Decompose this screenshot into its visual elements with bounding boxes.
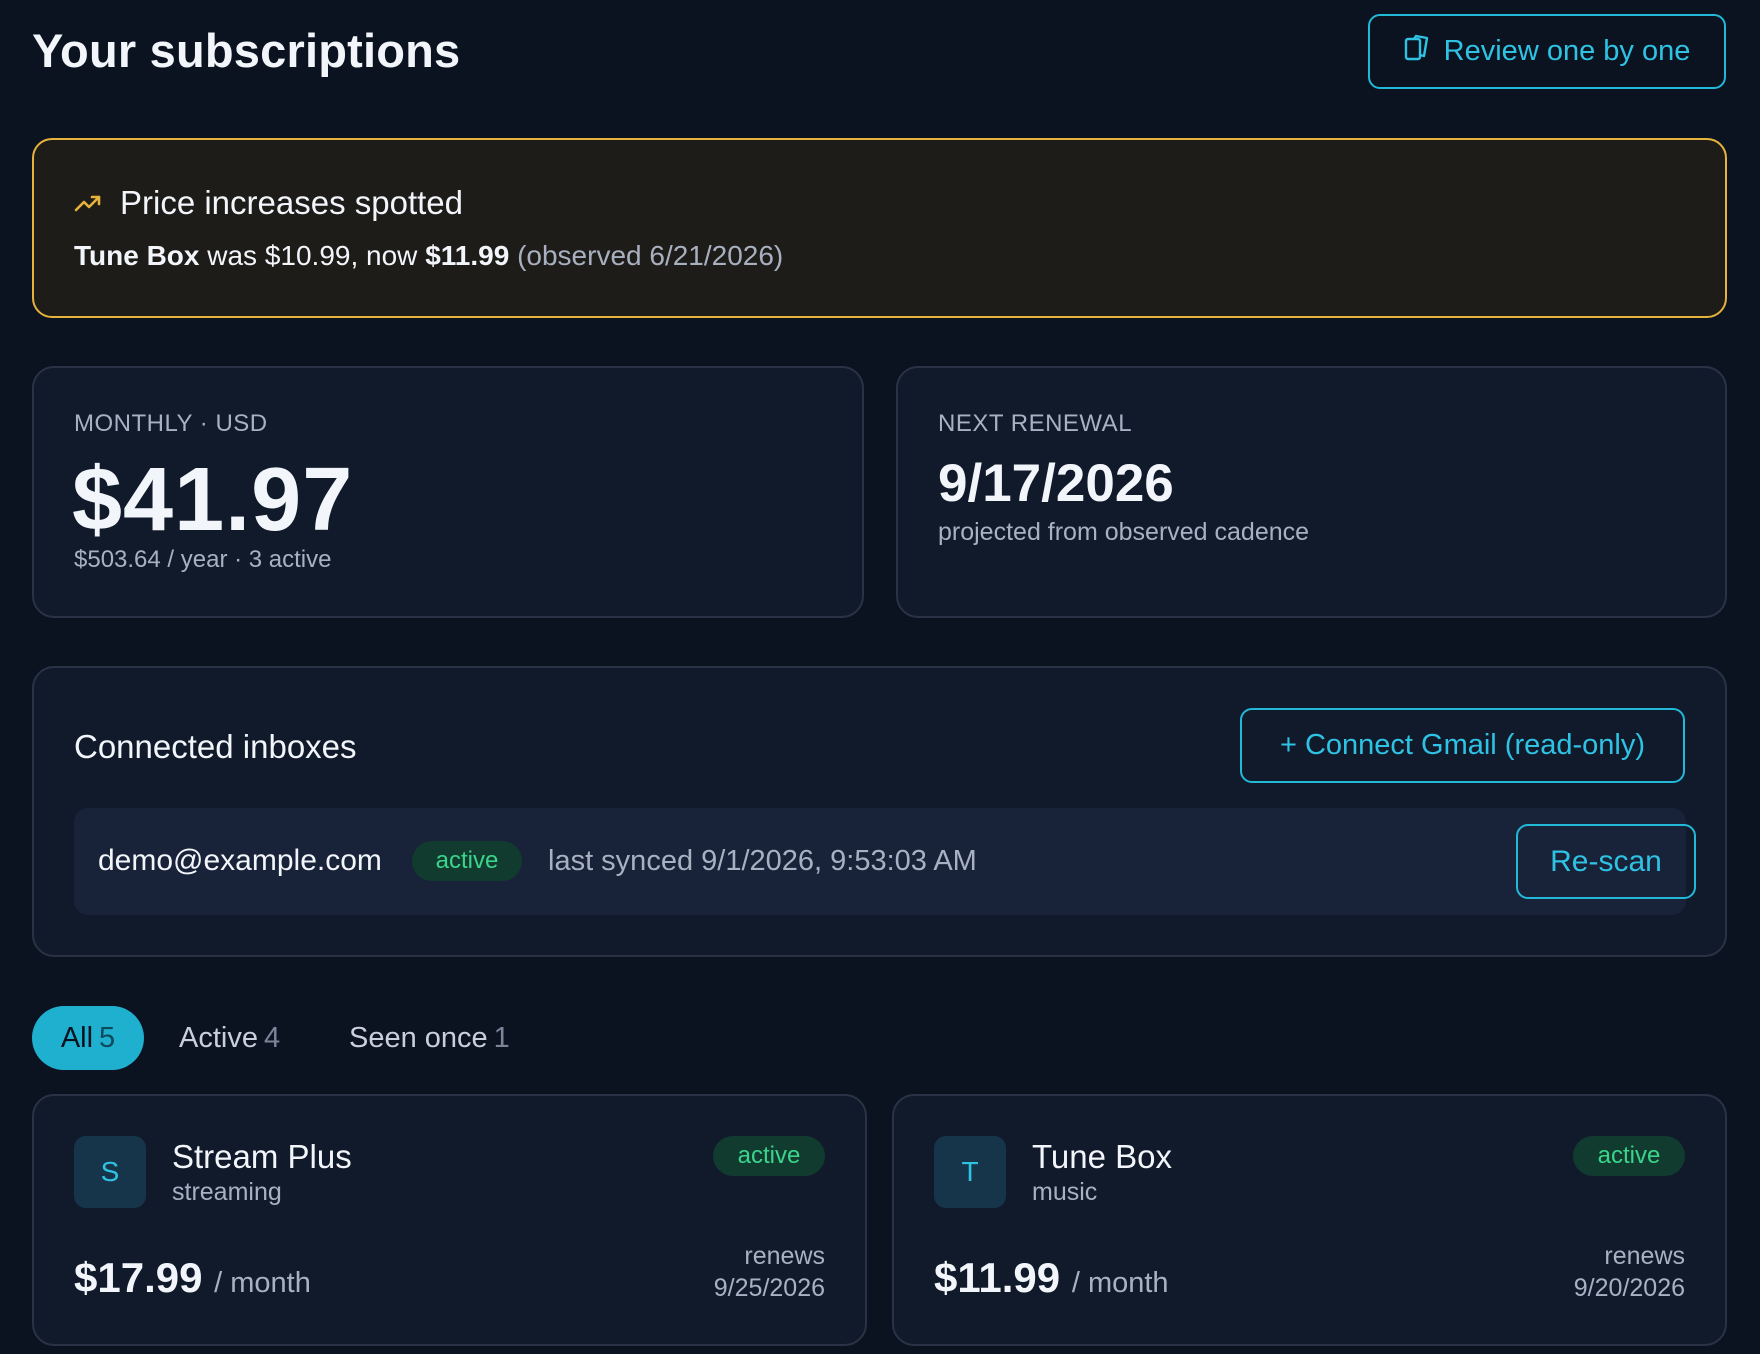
tab-active-count: 4 [263, 1021, 281, 1054]
alert-detail: Tune Box was $10.99, now $11.99 (observe… [74, 240, 783, 272]
inboxes-title: Connected inboxes [74, 728, 357, 765]
alert-title: Price increases spotted [120, 184, 464, 221]
subscription-card-stream-plus[interactable]: S Stream Plus streaming active $17.99 / … [32, 1094, 867, 1346]
subscription-category: music [1032, 1178, 1098, 1206]
tab-all-label: All [60, 1021, 94, 1054]
tab-all-count: 5 [99, 1021, 116, 1054]
subscription-name: Stream Plus [172, 1138, 352, 1175]
rescan-button[interactable]: Re-scan [1516, 824, 1696, 899]
monthly-value: $41.97 [72, 450, 354, 550]
avatar: T [934, 1136, 1006, 1208]
alert-observed: (observed 6/21/2026) [517, 240, 784, 271]
tab-all[interactable]: All 5 [32, 1006, 144, 1070]
cards-icon [1404, 34, 1430, 70]
renews-label: renews [1604, 1242, 1685, 1270]
subscription-name: Tune Box [1032, 1138, 1173, 1175]
tab-active[interactable]: Active 4 [179, 1006, 280, 1070]
inbox-email: demo@example.com [98, 844, 382, 877]
subscription-price: $17.99 [74, 1254, 203, 1301]
subscription-card-tune-box[interactable]: T Tune Box music active $11.99 / month r… [892, 1094, 1727, 1346]
review-button-label: Review one by one [1443, 35, 1691, 67]
avatar: S [74, 1136, 146, 1208]
renewal-value: 9/17/2026 [938, 454, 1174, 513]
renews-date: 9/20/2026 [1573, 1274, 1685, 1302]
subscription-period: / month [1071, 1267, 1169, 1299]
review-one-by-one-button[interactable]: Review one by one [1368, 14, 1726, 89]
tab-active-label: Active [179, 1021, 258, 1054]
status-badge: active [1573, 1136, 1685, 1176]
monthly-subtext: $503.64 / year · 3 active [74, 546, 332, 573]
alert-new-price: $11.99 [425, 240, 510, 271]
alert-service: Tune Box [74, 240, 200, 271]
price-increase-alert: Price increases spotted Tune Box was $10… [32, 138, 1727, 318]
connect-gmail-button[interactable]: + Connect Gmail (read-only) [1240, 708, 1685, 783]
monthly-cost-card: MONTHLY · USD $41.97 $503.64 / year · 3 … [32, 366, 864, 618]
renews-label: renews [744, 1242, 825, 1270]
next-renewal-card: NEXT RENEWAL 9/17/2026 projected from ob… [896, 366, 1727, 618]
status-badge: active [412, 841, 522, 881]
subscription-category: streaming [172, 1178, 282, 1206]
status-badge: active [713, 1136, 825, 1176]
renewal-subtext: projected from observed cadence [938, 518, 1310, 546]
tab-seen-once[interactable]: Seen once 1 [349, 1006, 510, 1070]
page-title: Your subscriptions [32, 24, 461, 77]
tab-seen-once-count: 1 [493, 1021, 510, 1054]
inbox-row: demo@example.com active last synced 9/1/… [74, 808, 1696, 915]
subscription-price: $11.99 [934, 1254, 1061, 1301]
tab-seen-once-label: Seen once [349, 1021, 488, 1054]
renewal-label: NEXT RENEWAL [938, 410, 1133, 437]
subscription-period: / month [214, 1267, 311, 1299]
monthly-label: MONTHLY · USD [74, 410, 268, 437]
connected-inboxes-card: Connected inboxes + Connect Gmail (read-… [32, 666, 1727, 957]
subscription-price-row: $11.99 / month [934, 1254, 1169, 1302]
renews-date: 9/25/2026 [713, 1274, 825, 1302]
last-synced-text: last synced 9/1/2026, 9:53:03 AM [548, 845, 977, 877]
alert-was-text: was $10.99, now [207, 240, 418, 271]
subscription-price-row: $17.99 / month [74, 1254, 311, 1302]
alert-title-row: Price increases spotted [74, 184, 463, 222]
trending-up-icon [74, 184, 102, 222]
